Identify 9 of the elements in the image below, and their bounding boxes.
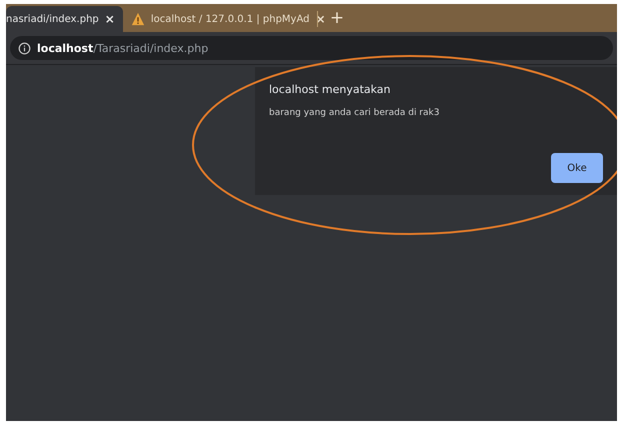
browser-tab[interactable]: nasriadi/index.php ×	[6, 6, 123, 32]
dialog-title: localhost menyatakan	[269, 83, 392, 96]
ok-button[interactable]: Oke	[551, 153, 603, 183]
info-icon	[18, 42, 31, 54]
new-tab-button[interactable]: +	[324, 8, 350, 32]
dialog-message: barang yang anda cari berada di rak3	[269, 108, 440, 118]
address-bar[interactable]: localhost/Tarasriadi/index.php	[10, 36, 613, 60]
close-icon[interactable]: ×	[104, 12, 115, 26]
warning-icon	[130, 12, 145, 26]
